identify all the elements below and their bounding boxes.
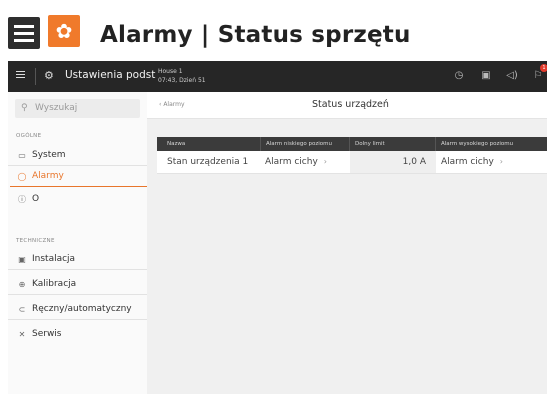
info-icon: ⓘ xyxy=(18,195,26,204)
menu-icon[interactable] xyxy=(16,70,25,79)
column-header: Nazwa xyxy=(167,141,186,147)
sound-icon[interactable]: ◁) xyxy=(506,70,518,82)
sidebar-item-alarmy[interactable]: ◯ Alarmy xyxy=(8,167,147,187)
sidebar-item-reczny-automatyczny[interactable]: ⊂ Ręczny/automatyczny xyxy=(8,300,147,319)
house-info: House 1 07:43, Dzień 51 xyxy=(158,67,206,85)
search-placeholder: Wyszukaj xyxy=(35,103,78,113)
content-title: Status urządzeń xyxy=(312,99,389,110)
installation-icon: ▣ xyxy=(18,255,26,264)
sidebar-item-label: O xyxy=(32,194,40,204)
house-datetime: 07:43, Dzień 51 xyxy=(158,77,206,84)
column-header: Alarm niskiego poziomu xyxy=(260,137,332,151)
column-header: Dolny limit xyxy=(349,137,385,151)
sidebar-item-system[interactable]: ▭ System xyxy=(8,146,147,165)
low-alarm-value: Alarm cichy xyxy=(265,157,318,167)
sidebar-item-serwis[interactable]: ✕ Serwis xyxy=(8,325,147,344)
sidebar-item-label: System xyxy=(32,150,66,160)
sidebar-item-label: Alarmy xyxy=(32,171,64,181)
sidebar-item-label: Instalacja xyxy=(32,254,76,264)
save-icon[interactable]: ▣ xyxy=(480,70,492,82)
sidebar-item-label: Ręczny/automatyczny xyxy=(32,304,132,314)
back-link[interactable]: ‹ Alarmy xyxy=(159,101,185,108)
high-alarm-value: Alarm cichy xyxy=(441,157,494,167)
settings-gear-icon: ⚙ xyxy=(44,69,54,82)
divider xyxy=(8,165,147,166)
divider xyxy=(8,319,147,320)
house-name: House 1 xyxy=(158,68,183,75)
section-label-technical: TECHNICZNE xyxy=(16,238,55,244)
table-header: Nazwa Alarm niskiego poziomu Dolny limit… xyxy=(157,137,547,151)
divider xyxy=(8,269,147,270)
device-name-cell: Stan urządzenia 1 xyxy=(167,157,249,167)
column-header: Alarm wysokiego poziomu xyxy=(435,137,513,151)
table-row: Stan urządzenia 1 Alarm cichy › 1,0 A Ala… xyxy=(157,151,547,174)
lower-limit-field[interactable]: 1,0 A xyxy=(350,151,436,173)
settings-title[interactable]: Ustawienia podst xyxy=(65,69,155,81)
wrench-icon: ✕ xyxy=(18,330,26,339)
page-title-bar: ✿ Alarmy | Status sprzętu xyxy=(0,0,547,58)
main-content: ‹ Alarmy Status urządzeń Nazwa Alarm nis… xyxy=(147,92,547,394)
timer-icon[interactable]: ◷ xyxy=(453,70,465,82)
bell-icon: ◯ xyxy=(17,172,27,181)
low-alarm-dropdown[interactable]: Alarm cichy › xyxy=(265,151,327,173)
app-window: ⚙ Ustawienia podst House 1 07:43, Dzień … xyxy=(8,61,547,394)
notification-badge: 1 xyxy=(540,64,547,72)
divider xyxy=(8,294,147,295)
page-title: Alarmy | Status sprzętu xyxy=(100,22,411,48)
sidebar-item-o[interactable]: ⓘ O xyxy=(8,190,147,209)
hamburger-menu-icon[interactable] xyxy=(8,17,40,49)
sidebar-item-kalibracja[interactable]: ⊕ Kalibracja xyxy=(8,275,147,294)
sidebar-item-instalacja[interactable]: ▣ Instalacja xyxy=(8,250,147,269)
content-header: ‹ Alarmy Status urządzeń xyxy=(147,92,547,119)
sidebar-item-label: Kalibracja xyxy=(32,279,77,289)
toolbar-divider xyxy=(35,68,36,85)
search-input[interactable]: ⚲ Wyszukaj xyxy=(15,99,140,118)
high-alarm-dropdown[interactable]: Alarm cichy › xyxy=(441,151,503,173)
manual-auto-icon: ⊂ xyxy=(18,305,26,314)
app-logo-icon: ✿ xyxy=(48,15,80,47)
chevron-right-icon: › xyxy=(499,157,503,166)
search-icon: ⚲ xyxy=(21,103,28,113)
calibration-icon: ⊕ xyxy=(18,280,26,289)
section-label-general: OGÓLNE xyxy=(16,133,42,139)
sidebar-item-label: Serwis xyxy=(32,329,62,339)
chevron-right-icon: › xyxy=(323,157,327,166)
monitor-icon: ▭ xyxy=(18,151,26,160)
sidebar: ⚲ Wyszukaj OGÓLNE ▭ System ◯ Alarmy ⓘ O … xyxy=(8,92,147,394)
back-label: Alarmy xyxy=(163,101,185,108)
app-toolbar: ⚙ Ustawienia podst House 1 07:43, Dzień … xyxy=(8,61,547,92)
